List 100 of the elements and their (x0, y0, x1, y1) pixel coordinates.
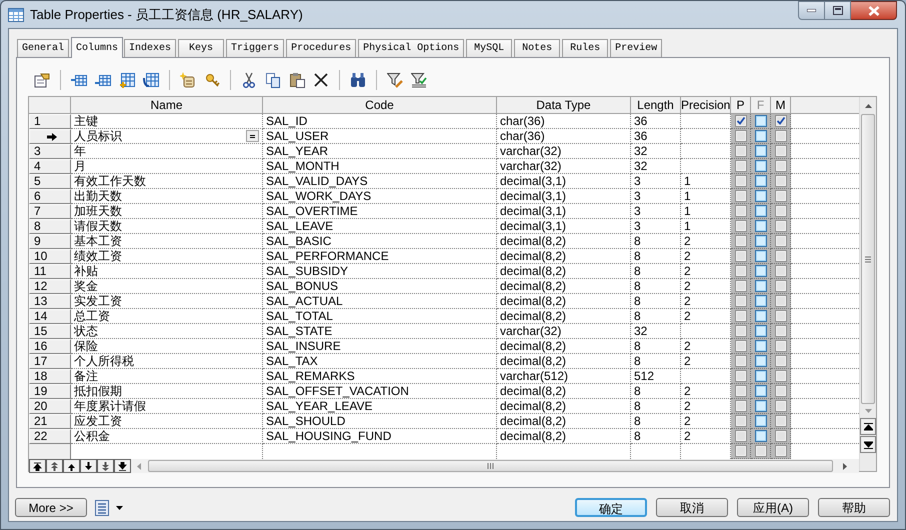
horizontal-scrollbar[interactable] (148, 460, 833, 472)
checkbox[interactable] (754, 145, 766, 157)
minimize-button[interactable] (798, 1, 825, 20)
filter-check-icon[interactable] (411, 72, 427, 88)
nav-button[interactable] (29, 459, 46, 473)
checkbox[interactable] (734, 265, 746, 277)
scroll-to-bottom-button[interactable] (860, 436, 876, 453)
checkbox[interactable] (774, 145, 786, 157)
dialog-button[interactable]: 帮助 (818, 498, 890, 517)
checkbox[interactable] (774, 130, 786, 142)
more-button[interactable]: More >> (15, 498, 87, 517)
checkbox[interactable] (754, 220, 766, 232)
nav-button[interactable] (80, 459, 97, 473)
checkbox[interactable] (734, 250, 746, 262)
checkbox[interactable] (734, 370, 746, 382)
checkbox[interactable] (754, 250, 766, 262)
cut-icon[interactable] (241, 72, 257, 88)
row-header[interactable]: 12 (29, 279, 71, 294)
tab[interactable]: Rules (562, 39, 608, 57)
dialog-button[interactable]: 确定 (575, 498, 647, 517)
checkbox[interactable] (754, 325, 766, 337)
nav-button[interactable] (114, 459, 131, 473)
key-icon[interactable] (204, 72, 220, 88)
table-refresh-icon[interactable] (143, 72, 159, 88)
table-arrow-icon[interactable] (71, 72, 87, 88)
checkbox[interactable] (734, 145, 746, 157)
checkbox[interactable] (734, 340, 746, 352)
checkbox[interactable] (774, 385, 786, 397)
nav-button[interactable] (97, 459, 114, 473)
checkbox[interactable] (734, 400, 746, 412)
row-header[interactable]: 17 (29, 354, 71, 369)
checkbox[interactable] (774, 445, 786, 457)
checkbox[interactable] (774, 325, 786, 337)
checkbox[interactable] (774, 175, 786, 187)
checkbox[interactable] (774, 370, 786, 382)
checkbox[interactable] (734, 160, 746, 172)
properties-icon[interactable] (34, 72, 50, 88)
nav-button[interactable] (63, 459, 80, 473)
checkbox[interactable] (774, 280, 786, 292)
row-header[interactable]: 7 (29, 204, 71, 219)
checkbox[interactable] (734, 235, 746, 247)
tab[interactable]: Columns (71, 37, 124, 58)
row-header[interactable]: 1 (29, 114, 71, 129)
checkbox[interactable] (734, 130, 746, 142)
checkbox[interactable] (774, 220, 786, 232)
checkbox[interactable] (734, 325, 746, 337)
checkbox[interactable] (734, 190, 746, 202)
dialog-button[interactable]: 取消 (656, 498, 728, 517)
tab[interactable]: Procedures (286, 39, 356, 57)
checkbox[interactable] (734, 205, 746, 217)
row-header[interactable]: 18 (29, 369, 71, 384)
maximize-button[interactable] (825, 1, 851, 20)
checkbox[interactable] (734, 115, 746, 127)
checkbox[interactable] (734, 280, 746, 292)
scroll-down-icon[interactable] (864, 409, 872, 413)
tab[interactable]: Physical Options (358, 39, 464, 57)
checkbox[interactable] (734, 295, 746, 307)
column-header[interactable]: Name (71, 97, 263, 114)
checkbox[interactable] (774, 190, 786, 202)
copy-icon[interactable] (265, 72, 281, 88)
checkbox[interactable] (774, 430, 786, 442)
checkbox[interactable] (754, 445, 766, 457)
row-header[interactable]: 5 (29, 174, 71, 189)
column-header[interactable]: Data Type (497, 97, 631, 114)
table-arrow-icon[interactable] (95, 72, 111, 88)
checkbox[interactable] (734, 175, 746, 187)
scroll-to-top-button[interactable] (860, 418, 876, 435)
checkbox[interactable] (754, 355, 766, 367)
close-button[interactable] (851, 1, 897, 20)
checkbox[interactable] (754, 385, 766, 397)
vertical-scrollbar[interactable] (861, 114, 875, 404)
paste-icon[interactable] (289, 72, 305, 88)
filter-edit-icon[interactable] (387, 72, 403, 88)
row-header[interactable]: 6 (29, 189, 71, 204)
checkbox[interactable] (774, 415, 786, 427)
checkbox[interactable] (774, 355, 786, 367)
checkbox[interactable] (774, 400, 786, 412)
checkbox[interactable] (754, 340, 766, 352)
checkbox[interactable] (754, 205, 766, 217)
checkbox[interactable] (734, 385, 746, 397)
checkbox[interactable] (774, 295, 786, 307)
checkbox[interactable] (774, 265, 786, 277)
checkbox[interactable] (734, 310, 746, 322)
row-header[interactable]: 11 (29, 264, 71, 279)
tab[interactable]: Preview (610, 39, 662, 57)
checkbox[interactable] (754, 175, 766, 187)
row-header[interactable]: 14 (29, 309, 71, 324)
layout-icon[interactable] (95, 500, 109, 516)
checkbox[interactable] (774, 340, 786, 352)
checkbox[interactable] (754, 370, 766, 382)
checkbox[interactable] (774, 235, 786, 247)
row-header[interactable]: 19 (29, 384, 71, 399)
checkbox[interactable] (754, 415, 766, 427)
checkbox[interactable] (754, 235, 766, 247)
checkbox[interactable] (754, 130, 766, 142)
tab[interactable]: General (17, 39, 70, 57)
row-header[interactable]: 8 (29, 219, 71, 234)
row-header[interactable]: 20 (29, 399, 71, 414)
checkbox[interactable] (774, 160, 786, 172)
checkbox[interactable] (754, 115, 766, 127)
